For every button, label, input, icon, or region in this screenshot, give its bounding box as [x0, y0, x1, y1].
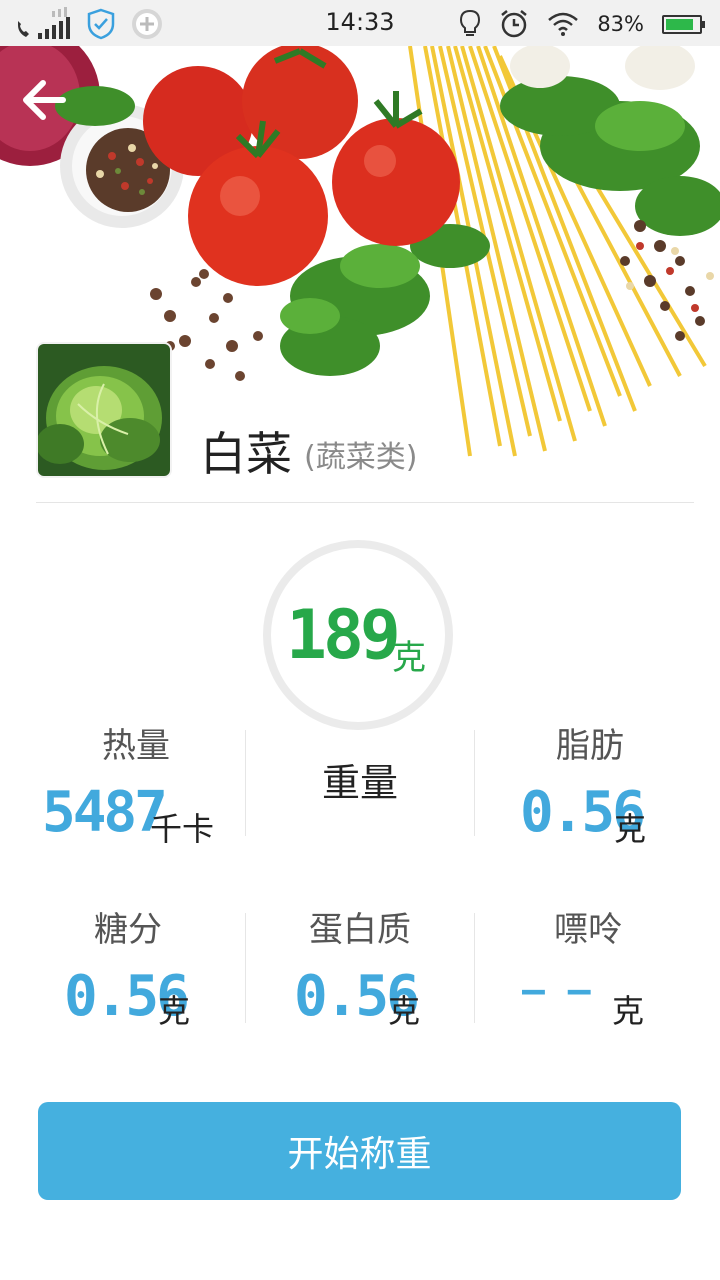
protein-label: 蛋白质	[309, 910, 411, 950]
bulb-icon	[460, 9, 481, 36]
food-thumbnail	[36, 342, 172, 478]
grid-divider	[245, 730, 246, 836]
battery-text: 83%	[597, 12, 644, 36]
sugar-unit: 克	[158, 992, 191, 1030]
protein-unit: 克	[388, 992, 421, 1030]
food-name: 白菜	[200, 427, 292, 481]
battery-icon	[662, 14, 705, 34]
purine-value: — —	[522, 968, 591, 1012]
calories-label: 热量	[102, 726, 170, 766]
alarm-icon	[501, 10, 528, 38]
fat-unit: 克	[614, 810, 647, 848]
food-category: (蔬菜类)	[304, 440, 418, 475]
fat-label: 脂肪	[556, 726, 624, 766]
purine-label: 嘌呤	[554, 910, 622, 950]
grid-divider	[474, 730, 475, 836]
start-weighing-label: 开始称重	[287, 1134, 432, 1175]
back-button[interactable]	[14, 70, 74, 130]
cabbage-image	[38, 344, 170, 476]
battery-fill	[666, 18, 693, 30]
weight-unit: 克	[392, 638, 426, 678]
arrow-left-icon	[23, 80, 66, 120]
purine-unit: 克	[612, 992, 645, 1030]
status-bar: 14:33 83%	[0, 0, 720, 46]
wifi-icon	[548, 12, 579, 36]
calories-unit: 千卡	[150, 810, 215, 848]
divider	[36, 502, 694, 503]
weight-value: 189	[286, 596, 401, 675]
grid-divider	[474, 913, 475, 1023]
start-weighing-button[interactable]: 开始称重	[38, 1102, 681, 1200]
grid-divider	[245, 913, 246, 1023]
calories-value: 5487	[42, 780, 168, 845]
sugar-label: 糖分	[94, 910, 162, 950]
status-right: 83%	[459, 6, 705, 42]
